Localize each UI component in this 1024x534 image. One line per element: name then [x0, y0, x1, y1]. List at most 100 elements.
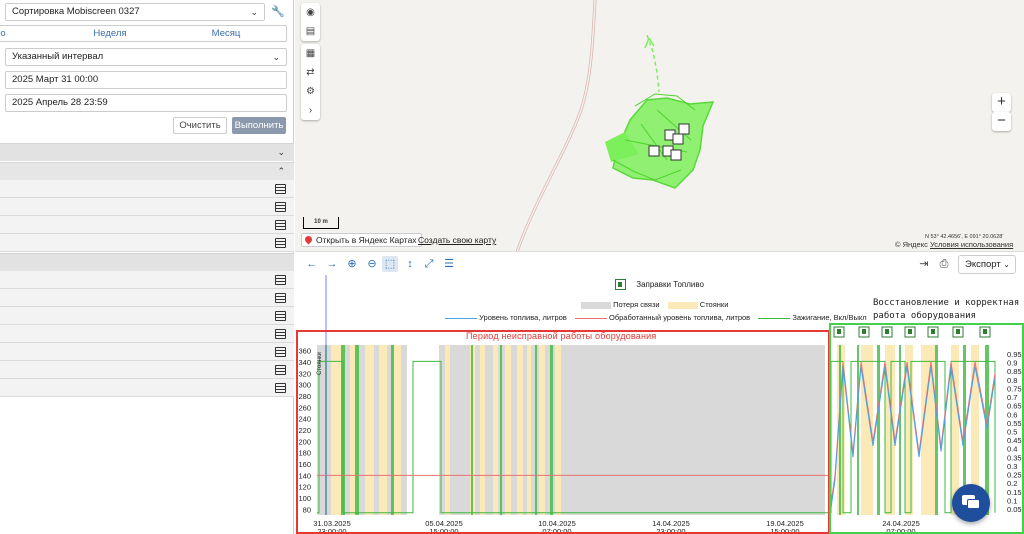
legend-no-signal-label: Потеря связи: [613, 300, 660, 309]
malfunction-period-frame: [296, 330, 830, 534]
list-item[interactable]: [0, 307, 294, 325]
expand-icon[interactable]: ⤢: [421, 256, 437, 272]
legend-swatch-parking: [667, 301, 698, 309]
fuel-station-icon[interactable]: [670, 149, 682, 161]
zoom-out-button[interactable]: −: [992, 112, 1011, 131]
route-icon[interactable]: ⇄: [301, 63, 320, 82]
legend-intervals: Потеря связи Стоянки: [581, 300, 728, 309]
run-button[interactable]: Выполнить: [232, 117, 286, 134]
section-header[interactable]: ⌄: [0, 143, 294, 161]
tab-month[interactable]: Месяц: [196, 26, 256, 41]
list-item[interactable]: [0, 343, 294, 361]
chevron-up-icon: ⌃: [277, 166, 285, 176]
export-label: Экспорт: [965, 259, 1001, 270]
table-icon[interactable]: [275, 365, 286, 375]
section-header[interactable]: ⌃: [0, 162, 294, 180]
create-map-link[interactable]: Создать свою карту: [418, 235, 496, 245]
wrench-icon[interactable]: 🔧: [269, 3, 287, 21]
chevron-down-icon: ⌄: [277, 147, 285, 157]
map-pin-icon: [303, 234, 314, 245]
calendar-icon[interactable]: ▦: [301, 44, 320, 63]
app-root: Сортировка Mobiscreen 0327 ⌄ 🔧 о Неделя …: [0, 0, 1024, 534]
table-icon[interactable]: [275, 383, 286, 393]
fuel-station-icon[interactable]: [672, 133, 684, 145]
chevron-right-icon[interactable]: ›: [301, 101, 320, 120]
legend-line-processed: [574, 317, 607, 319]
import-icon[interactable]: ⇥: [916, 256, 932, 272]
map-canvas: [515, 0, 715, 251]
legend-processed-label: Обработанный уровень топлива, литров: [608, 313, 751, 322]
legend-series: Уровень топлива, литров Обработанный уро…: [445, 313, 867, 322]
select-area-icon[interactable]: ⬚: [382, 256, 398, 272]
table-icon[interactable]: [275, 347, 286, 357]
list-item[interactable]: [0, 234, 294, 252]
list-item[interactable]: [0, 198, 294, 216]
fuel-chart: 80 100 120 140 160 180 200 220 240 260 280 300 320 34…: [295, 275, 1024, 534]
table-icon[interactable]: [275, 311, 286, 321]
chart-toolbar: ← → ⊕ ⊖ ⬚ ↕ ⤢ ☰ ⇥ ⎙ Экспорт ⌄: [295, 253, 1024, 275]
open-yandex-maps-link[interactable]: Открыть в Яндекс Картах: [301, 233, 422, 247]
legend-line-ignition: [758, 317, 791, 319]
list-item[interactable]: [0, 289, 294, 307]
date-to-input[interactable]: 2025 Апрель 28 23:59: [5, 94, 287, 112]
list-item[interactable]: [0, 216, 294, 234]
chevron-down-icon: ⌄: [250, 7, 258, 17]
map-scale: 10 m: [303, 217, 339, 229]
fuel-station-icon[interactable]: [648, 145, 660, 157]
legend-parking-label: Стоянки: [699, 300, 729, 309]
map-layers-icon[interactable]: ▤: [301, 22, 320, 41]
table-icon[interactable]: [275, 202, 286, 212]
copyright-text: © Яндекс: [895, 240, 928, 249]
list-item[interactable]: [0, 271, 294, 289]
tab-day[interactable]: о: [0, 26, 10, 41]
table-icon[interactable]: [275, 184, 286, 194]
table-icon[interactable]: [275, 220, 286, 230]
recovery-annotation: Восстановление и корректная работа обору…: [873, 298, 1020, 321]
malfunction-period-title: Период неисправной работы оборудования: [466, 331, 657, 341]
zoom-in-button[interactable]: +: [992, 93, 1011, 112]
list-item[interactable]: [0, 180, 294, 198]
legend-fuel-label: Заправки Топливо: [636, 279, 704, 289]
arrow-right-icon[interactable]: →: [324, 256, 340, 272]
open-yandex-label: Открыть в Яндекс Картах: [316, 235, 417, 245]
terms-link[interactable]: Условия использования: [930, 240, 1013, 249]
zoom-in-icon[interactable]: ⊕: [344, 256, 360, 272]
sort-select[interactable]: Сортировка Mobiscreen 0327 ⌄: [5, 3, 265, 21]
list-item[interactable]: [0, 361, 294, 379]
eye-icon[interactable]: ◉: [301, 3, 320, 22]
map-view[interactable]: ◉ ▤ ▦ ⇄ ⚙ › + − 10 m Открыть в Яндекс Ка…: [295, 0, 1024, 252]
fuel-station-icon[interactable]: [678, 123, 690, 135]
chat-button[interactable]: [952, 484, 990, 522]
list-item[interactable]: [0, 325, 294, 343]
sort-select-value: Сортировка Mobiscreen 0327: [12, 6, 140, 17]
period-tabs: о Неделя Месяц: [0, 25, 287, 42]
interval-select[interactable]: Указанный интервал ⌄: [5, 48, 287, 66]
table-icon[interactable]: [275, 329, 286, 339]
list-item[interactable]: [0, 379, 294, 397]
legend-fuel: Заправки Топливо: [615, 279, 704, 290]
legend-ignition-label: Зажигание, Вкл/Выкл: [792, 313, 867, 322]
settings-sliders-icon[interactable]: ⚙: [301, 82, 320, 101]
date-from-input[interactable]: 2025 Март 31 00:00: [5, 71, 287, 89]
fuel-station-icon: [615, 279, 626, 290]
interval-select-value: Указанный интервал: [12, 51, 104, 62]
clear-button[interactable]: Очистить: [173, 117, 227, 134]
table-icon[interactable]: [275, 293, 286, 303]
fit-vertical-icon[interactable]: ↕: [402, 256, 418, 272]
export-select[interactable]: Экспорт ⌄: [958, 255, 1016, 274]
section-header[interactable]: [0, 253, 294, 271]
tab-week[interactable]: Неделя: [80, 26, 140, 41]
list-icon[interactable]: ☰: [441, 256, 457, 272]
chevron-down-icon: ⌄: [272, 52, 280, 62]
map-copyright: © Яндекс Условия использования: [895, 240, 1013, 249]
chat-icon: [967, 499, 980, 509]
chevron-down-icon: ⌄: [1003, 260, 1010, 269]
zoom-out-icon[interactable]: ⊖: [364, 256, 380, 272]
table-icon[interactable]: [275, 238, 286, 248]
report-settings-panel: Сортировка Mobiscreen 0327 ⌄ 🔧 о Неделя …: [0, 0, 294, 534]
arrow-left-icon[interactable]: ←: [304, 256, 320, 272]
map-tools-toolbar: ▦ ⇄ ⚙ ›: [301, 44, 320, 120]
recovery-period-frame: [829, 323, 1024, 534]
table-icon[interactable]: [275, 275, 286, 285]
print-icon[interactable]: ⎙: [936, 256, 952, 272]
